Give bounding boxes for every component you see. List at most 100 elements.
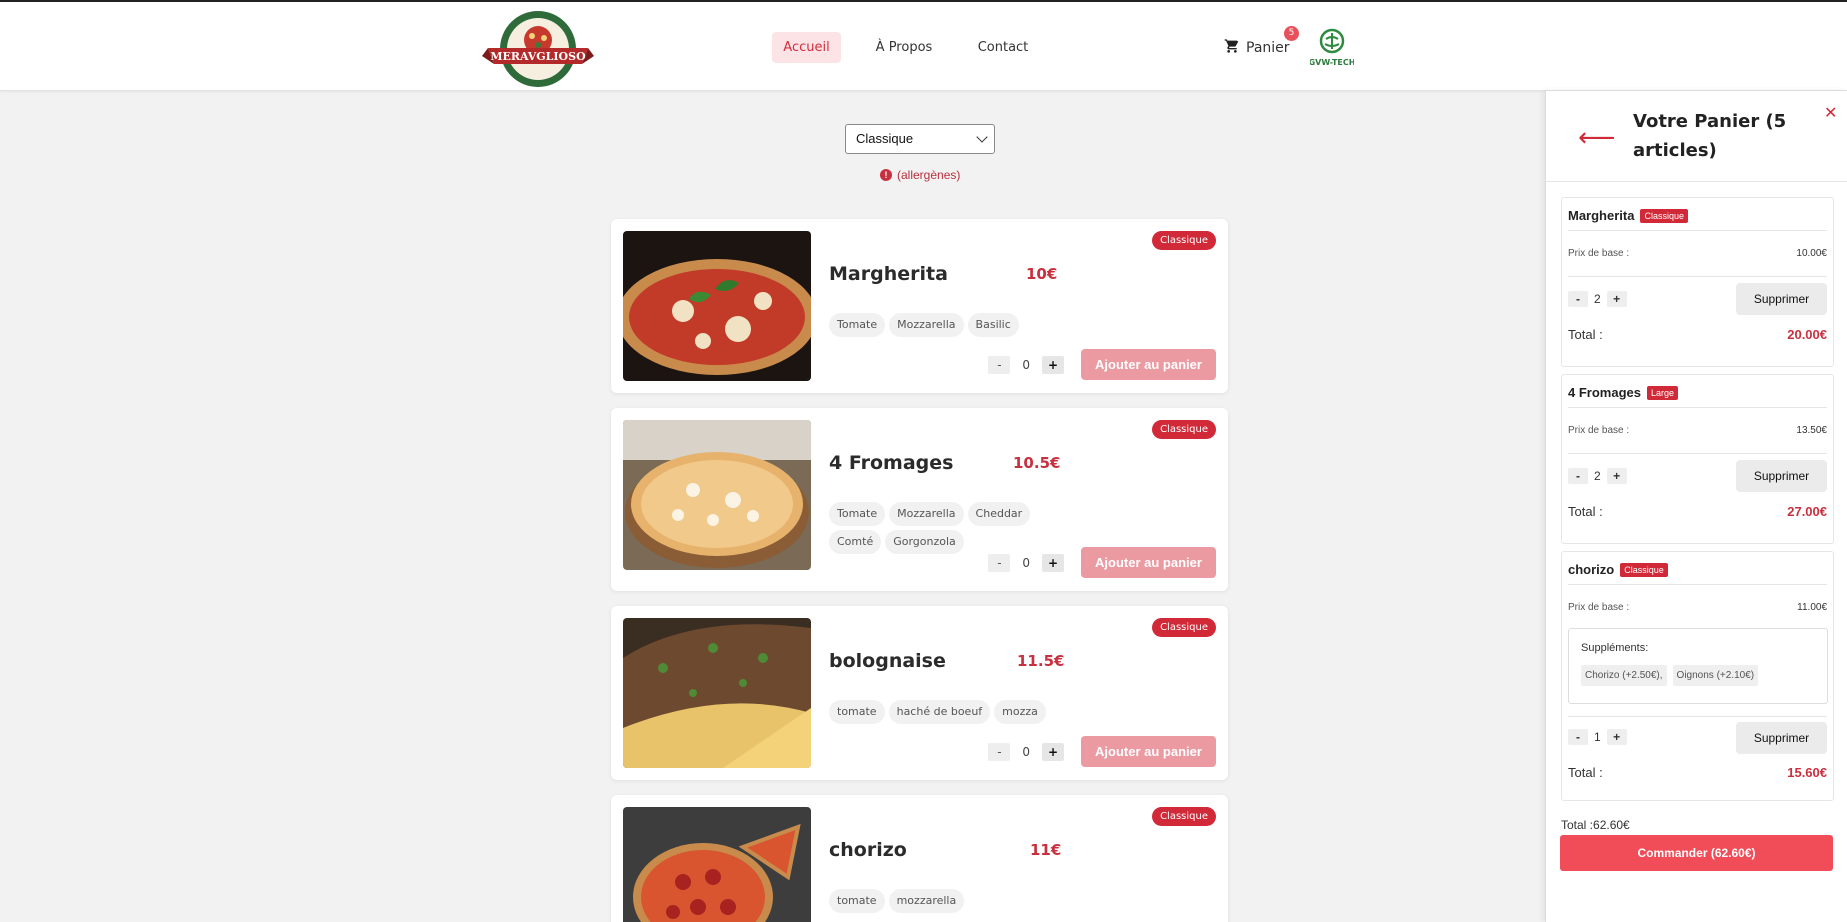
add-to-cart-button[interactable]: Ajouter au panier — [1081, 736, 1216, 767]
remove-item-button[interactable]: Supprimer — [1736, 283, 1827, 315]
cart-title: Votre Panier (5 articles) — [1633, 111, 1787, 161]
decrement-button[interactable]: - — [988, 554, 1011, 572]
ingredient-tag: Tomate — [829, 502, 886, 526]
quantity-value: 2 — [1594, 292, 1601, 306]
divider — [1568, 584, 1827, 585]
ingredient-list: tomate haché de boeuf mozza — [829, 700, 1059, 724]
divider — [1568, 407, 1827, 408]
quantity-stepper: - 0 + — [988, 356, 1064, 374]
decrement-button[interactable]: - — [988, 356, 1011, 374]
pizza-card: 4 Fromages 10.5€ Classique Tomate Mozzar… — [611, 408, 1228, 591]
cart-label: Panier — [1246, 40, 1290, 56]
pizza-card: bolognaise 11.5€ Classique tomate haché … — [611, 606, 1228, 780]
remove-item-button[interactable]: Supprimer — [1736, 722, 1827, 754]
size-badge: Classique — [1640, 208, 1688, 223]
category-select[interactable]: Classique — [845, 124, 995, 154]
cart-item: 4 Fromages Large Prix de base : 13.50€ -… — [1561, 374, 1834, 544]
quantity-stepper: - 1 + — [1568, 729, 1627, 745]
ingredient-tag: Basilic — [967, 313, 1019, 337]
base-price-value: 10.00€ — [1796, 248, 1827, 259]
quantity-value: 0 — [1022, 358, 1030, 372]
ingredient-list: Tomate Mozzarella Basilic — [829, 313, 1039, 337]
supplements-box: Suppléments: Chorizo (+2.50€), Oignons (… — [1568, 628, 1828, 704]
ingredient-tag: Tomate — [829, 313, 886, 337]
size-badge: Large — [1646, 385, 1679, 400]
decrement-button[interactable]: - — [1568, 291, 1588, 307]
base-price-value: 13.50€ — [1796, 425, 1827, 436]
nav-contact[interactable]: Contact — [970, 32, 1036, 63]
svg-text:MERAVGLIOSO: MERAVGLIOSO — [490, 50, 586, 63]
pizza-price: 10€ — [1026, 265, 1058, 283]
item-total-label: Total : — [1568, 765, 1603, 780]
cart-link[interactable]: Panier — [1224, 38, 1290, 58]
pizza-name: Margherita — [829, 263, 948, 285]
ingredient-tag: Comté — [829, 530, 882, 554]
base-price-label: Prix de base : — [1568, 248, 1630, 259]
divider — [1546, 181, 1847, 182]
size-badge: Classique — [1620, 562, 1668, 577]
add-to-cart-button[interactable]: Ajouter au panier — [1081, 349, 1216, 380]
base-price-value: 11.00€ — [1797, 602, 1827, 613]
cart-item: Margherita Classique Prix de base : 10.0… — [1561, 197, 1834, 367]
supplements-label: Suppléments: — [1581, 642, 1649, 654]
pizza-category-badge: Classique — [1152, 618, 1216, 637]
increment-button[interactable]: + — [1606, 468, 1627, 484]
back-arrow-icon[interactable]: ⟵ — [1578, 125, 1615, 151]
allergens-link[interactable]: ! (allergènes) — [880, 168, 960, 182]
cart-grand-total: Total :62.60€ — [1561, 818, 1630, 832]
cart-count-badge: 5 — [1284, 26, 1299, 41]
add-to-cart-button[interactable]: Ajouter au panier — [1081, 547, 1216, 578]
item-total-label: Total : — [1568, 327, 1603, 342]
quantity-value: 0 — [1022, 556, 1030, 570]
divider — [1568, 230, 1827, 231]
decrement-button[interactable]: - — [1568, 468, 1588, 484]
divider — [1568, 276, 1827, 277]
ingredient-list: tomate mozzarella — [829, 889, 1039, 913]
pizza-card: chorizo 11€ Classique tomate mozzarella — [611, 795, 1228, 922]
cart-panel: ⟵ Votre Panier (5 articles) ✕ Margherita… — [1545, 91, 1847, 922]
cart-item-title: Margherita Classique — [1568, 208, 1688, 223]
item-total-value: 27.00€ — [1787, 504, 1827, 519]
cart-item-title: 4 Fromages Large — [1568, 385, 1679, 400]
base-price-label: Prix de base : — [1568, 425, 1630, 436]
remove-item-button[interactable]: Supprimer — [1736, 460, 1827, 492]
ingredient-tag: tomate — [829, 889, 885, 913]
pizza-name: 4 Fromages — [829, 452, 954, 474]
close-icon[interactable]: ✕ — [1824, 103, 1837, 122]
top-navbar: MERAVGLIOSO Accueil À Propos Contact Pan… — [0, 0, 1847, 91]
increment-button[interactable]: + — [1042, 554, 1064, 572]
supplement-chip: Oignons (+2.10€) — [1672, 665, 1759, 686]
increment-button[interactable]: + — [1042, 356, 1064, 374]
nav-home[interactable]: Accueil — [772, 32, 841, 63]
category-select-value: Classique — [856, 131, 914, 146]
item-total-label: Total : — [1568, 504, 1603, 519]
meravglioso-logo[interactable]: MERAVGLIOSO — [482, 8, 594, 90]
quantity-value: 2 — [1594, 469, 1601, 483]
quantity-stepper: - 2 + — [1568, 468, 1627, 484]
pizza-card: Margherita 10€ Classique Tomate Mozzarel… — [611, 219, 1228, 393]
item-total-value: 20.00€ — [1787, 327, 1827, 342]
supplements-list: Chorizo (+2.50€), Oignons (+2.10€) — [1581, 665, 1759, 686]
order-button[interactable]: Commander (62.60€) — [1560, 835, 1833, 871]
pizza-name: chorizo — [829, 839, 907, 861]
nav-about[interactable]: À Propos — [868, 32, 940, 63]
ingredient-tag: tomate — [829, 700, 885, 724]
info-icon: ! — [880, 169, 892, 181]
ingredient-tag: mozzarella — [888, 889, 965, 913]
increment-button[interactable]: + — [1606, 729, 1627, 745]
ingredient-tag: haché de boeuf — [888, 700, 991, 724]
increment-button[interactable]: + — [1042, 743, 1064, 761]
decrement-button[interactable]: - — [1568, 729, 1588, 745]
item-total-value: 15.60€ — [1787, 765, 1827, 780]
cart-item: chorizo Classique Prix de base : 11.00€ … — [1561, 551, 1834, 801]
ingredient-tag: Mozzarella — [889, 502, 964, 526]
gvw-tech-logo: GVW-TECH — [1309, 27, 1355, 69]
cart-item-title: chorizo Classique — [1568, 562, 1668, 577]
pizza-photo-bolognaise — [623, 618, 811, 768]
svg-text:GVW-TECH: GVW-TECH — [1310, 58, 1354, 67]
supplement-chip: Chorizo (+2.50€), — [1581, 665, 1667, 686]
increment-button[interactable]: + — [1606, 291, 1627, 307]
quantity-value: 0 — [1022, 745, 1030, 759]
decrement-button[interactable]: - — [988, 743, 1011, 761]
pizza-photo-margherita — [623, 231, 811, 381]
